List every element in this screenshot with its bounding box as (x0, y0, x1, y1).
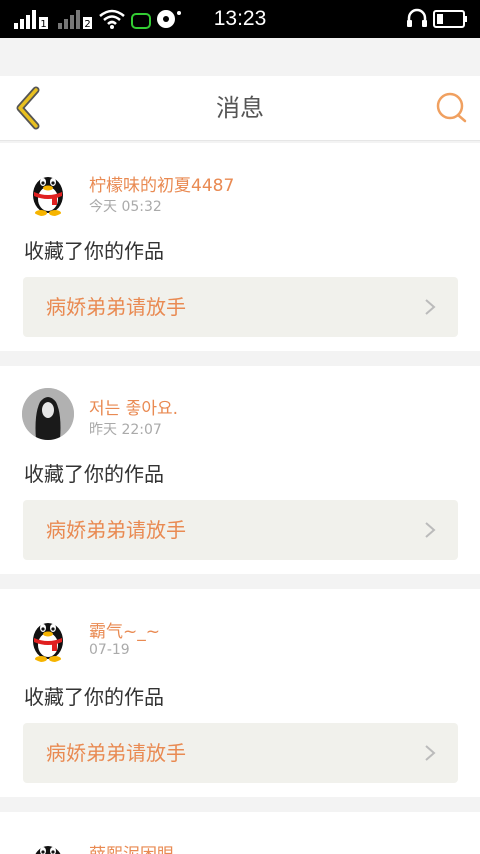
avatar[interactable] (22, 611, 74, 663)
avatar[interactable] (22, 388, 74, 440)
message-card: 저는 좋아요. 昨天 22:07 收藏了你的作品 病娇弟弟请放手 (0, 366, 480, 574)
message-card: 霸气~_~ 07-19 收藏了你的作品 病娇弟弟请放手 (0, 589, 480, 797)
search-button[interactable] (434, 90, 470, 126)
chevron-right-icon (425, 745, 436, 761)
chevron-right-icon (425, 299, 436, 315)
message-action: 收藏了你的作品 (24, 462, 164, 486)
message-card: 柠檬味的初夏4487 今天 05:32 收藏了你的作品 病娇弟弟请放手 (0, 143, 480, 351)
work-link[interactable]: 病娇弟弟请放手 (23, 277, 458, 337)
page-title: 消息 (216, 94, 264, 122)
penguin-avatar-icon (33, 177, 63, 216)
message-action: 收藏了你的作品 (24, 685, 164, 709)
headset-battery-icons (407, 8, 467, 28)
penguin-avatar-icon (33, 623, 63, 662)
message-time: 昨天 22:07 (89, 422, 162, 438)
message-action: 收藏了你的作品 (24, 239, 164, 263)
work-link[interactable]: 病娇弟弟请放手 (23, 723, 458, 783)
work-title: 病娇弟弟请放手 (46, 741, 186, 765)
work-title: 病娇弟弟请放手 (46, 295, 186, 319)
user-name[interactable]: 薛熙泥困眼 (89, 840, 174, 854)
avatar[interactable] (22, 165, 74, 217)
message-time: 07-19 (89, 642, 130, 658)
search-icon (436, 92, 467, 123)
photo-avatar-icon (22, 388, 74, 440)
status-bar: 1 2 13:23 (0, 0, 480, 38)
message-card: 薛熙泥困眼 (0, 812, 480, 854)
header-bar: 消息 (0, 76, 480, 141)
user-name[interactable]: 저는 좋아요. (89, 394, 178, 419)
chevron-right-icon (425, 522, 436, 538)
user-name[interactable]: 霸气~_~ (89, 617, 160, 642)
penguin-avatar-icon (35, 846, 61, 854)
message-time: 今天 05:32 (89, 199, 162, 215)
work-title: 病娇弟弟请放手 (46, 518, 186, 542)
avatar[interactable] (22, 834, 74, 854)
work-link[interactable]: 病娇弟弟请放手 (23, 500, 458, 560)
user-name[interactable]: 柠檬味的初夏4487 (89, 171, 234, 196)
